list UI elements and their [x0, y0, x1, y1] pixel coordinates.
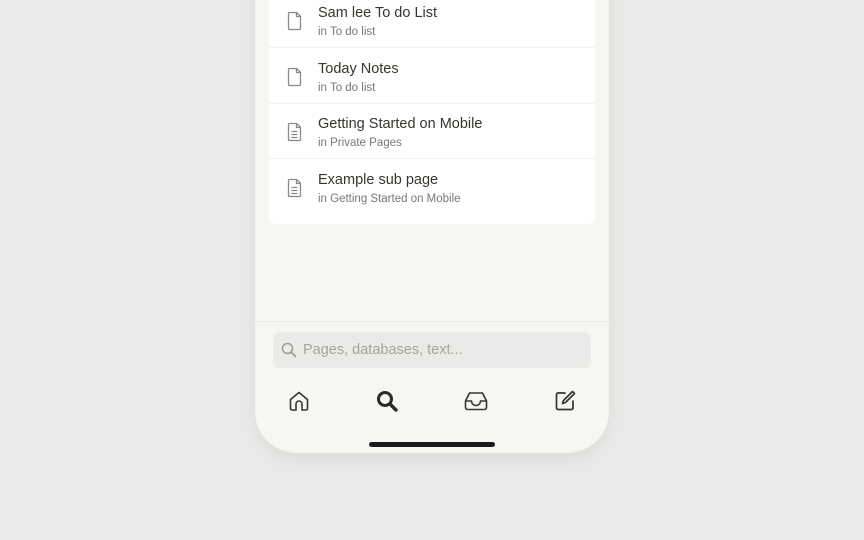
compose-icon	[555, 390, 576, 411]
search-results-list: Sam lee To do List in To do list Today N…	[269, 0, 595, 224]
phone-frame: Sam lee To do List in To do list Today N…	[255, 0, 609, 453]
result-title: Getting Started on Mobile	[318, 116, 483, 132]
result-location: in To do list	[318, 26, 376, 38]
result-title: Sam lee To do List	[318, 5, 438, 21]
result-location: in Private Pages	[318, 137, 402, 149]
tab-inbox[interactable]	[463, 388, 489, 414]
list-item[interactable]: Getting Started on Mobile in Private Pag…	[269, 104, 595, 159]
inbox-icon	[464, 392, 488, 411]
result-location: in To do list	[318, 82, 376, 94]
search-field[interactable]	[273, 332, 591, 368]
page-icon	[287, 67, 302, 87]
list-item[interactable]: Sam lee To do List in To do list	[269, 0, 595, 48]
tab-search[interactable]	[374, 388, 400, 414]
search-icon	[281, 342, 297, 358]
tab-home[interactable]	[286, 388, 312, 414]
page-text-icon	[287, 122, 302, 142]
list-item[interactable]: Today Notes in To do list	[269, 49, 595, 104]
list-item[interactable]: Example sub page in Getting Started on M…	[269, 160, 595, 215]
page-icon	[287, 11, 302, 31]
home-indicator[interactable]	[369, 442, 495, 447]
result-title: Today Notes	[318, 61, 399, 77]
home-icon	[289, 391, 309, 411]
tab-new-page[interactable]	[552, 388, 578, 414]
result-location: in Getting Started on Mobile	[318, 193, 461, 205]
bottom-bar	[255, 321, 609, 453]
result-title: Example sub page	[318, 172, 439, 188]
page-text-icon	[287, 178, 302, 198]
search-input[interactable]	[303, 332, 583, 368]
search-icon	[377, 391, 398, 412]
